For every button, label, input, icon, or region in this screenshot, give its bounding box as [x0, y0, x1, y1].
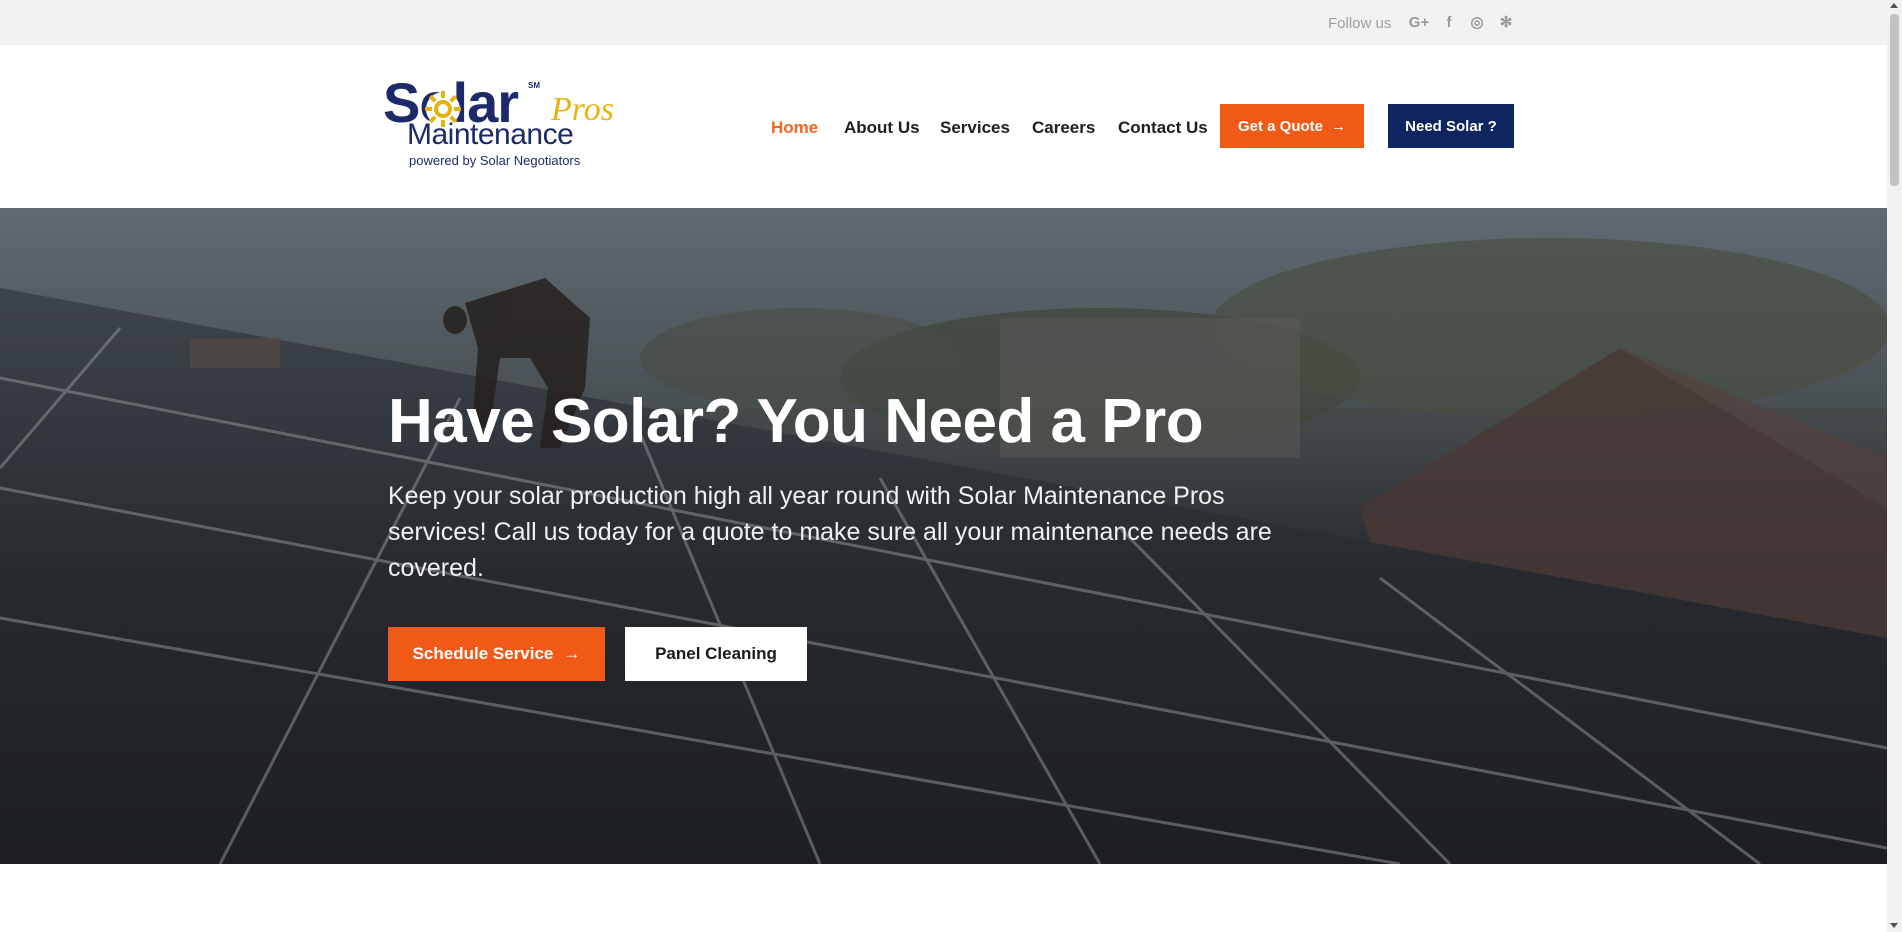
panel-cleaning-button[interactable]: Panel Cleaning	[625, 627, 807, 681]
follow-us-label: Follow us	[1328, 15, 1392, 32]
top-bar: Follow us G+ f ◎ ✻	[0, 0, 1887, 45]
hero-title: Have Solar? You Need a Pro	[388, 387, 1204, 456]
instagram-icon[interactable]: ◎	[1468, 12, 1486, 32]
arrow-right-icon: →	[563, 644, 581, 663]
hero-section: Have Solar? You Need a Pro Keep your sol…	[0, 208, 1887, 864]
nav-careers[interactable]: Careers	[1032, 118, 1095, 138]
google-plus-icon[interactable]: G+	[1406, 12, 1432, 32]
get-a-quote-button[interactable]: Get a Quote →	[1220, 104, 1364, 148]
nav-contact-us[interactable]: Contact Us	[1118, 118, 1208, 138]
page-scrollbar[interactable]	[1887, 0, 1902, 932]
arrow-right-icon: →	[1331, 117, 1346, 135]
nav-about-us[interactable]: About Us	[844, 118, 920, 138]
logo-word-maintenance: Maintenance	[407, 118, 574, 151]
facebook-icon[interactable]: f	[1442, 12, 1456, 32]
nav-services[interactable]: Services	[940, 118, 1010, 138]
nav-home[interactable]: Home	[771, 118, 818, 138]
get-a-quote-label: Get a Quote	[1237, 117, 1323, 135]
need-solar-button[interactable]: Need Solar ?	[1388, 104, 1514, 148]
site-logo[interactable]: Solar SM Pros Maintenance powered by Sol…	[383, 75, 623, 175]
scroll-up-icon[interactable]	[1890, 3, 1898, 8]
logo-tagline: powered by Solar Negotiators	[409, 153, 581, 168]
site-header: Solar SM Pros Maintenance powered by Sol…	[0, 45, 1887, 208]
schedule-service-label: Schedule Service	[412, 644, 554, 663]
logo-service-mark: SM	[528, 81, 540, 90]
hero-description: Keep your solar production high all year…	[388, 482, 1272, 582]
schedule-service-button[interactable]: Schedule Service →	[388, 627, 605, 681]
scroll-down-icon[interactable]	[1890, 923, 1898, 928]
scrollbar-thumb[interactable]	[1890, 14, 1899, 186]
yelp-icon[interactable]: ✻	[1498, 12, 1514, 32]
